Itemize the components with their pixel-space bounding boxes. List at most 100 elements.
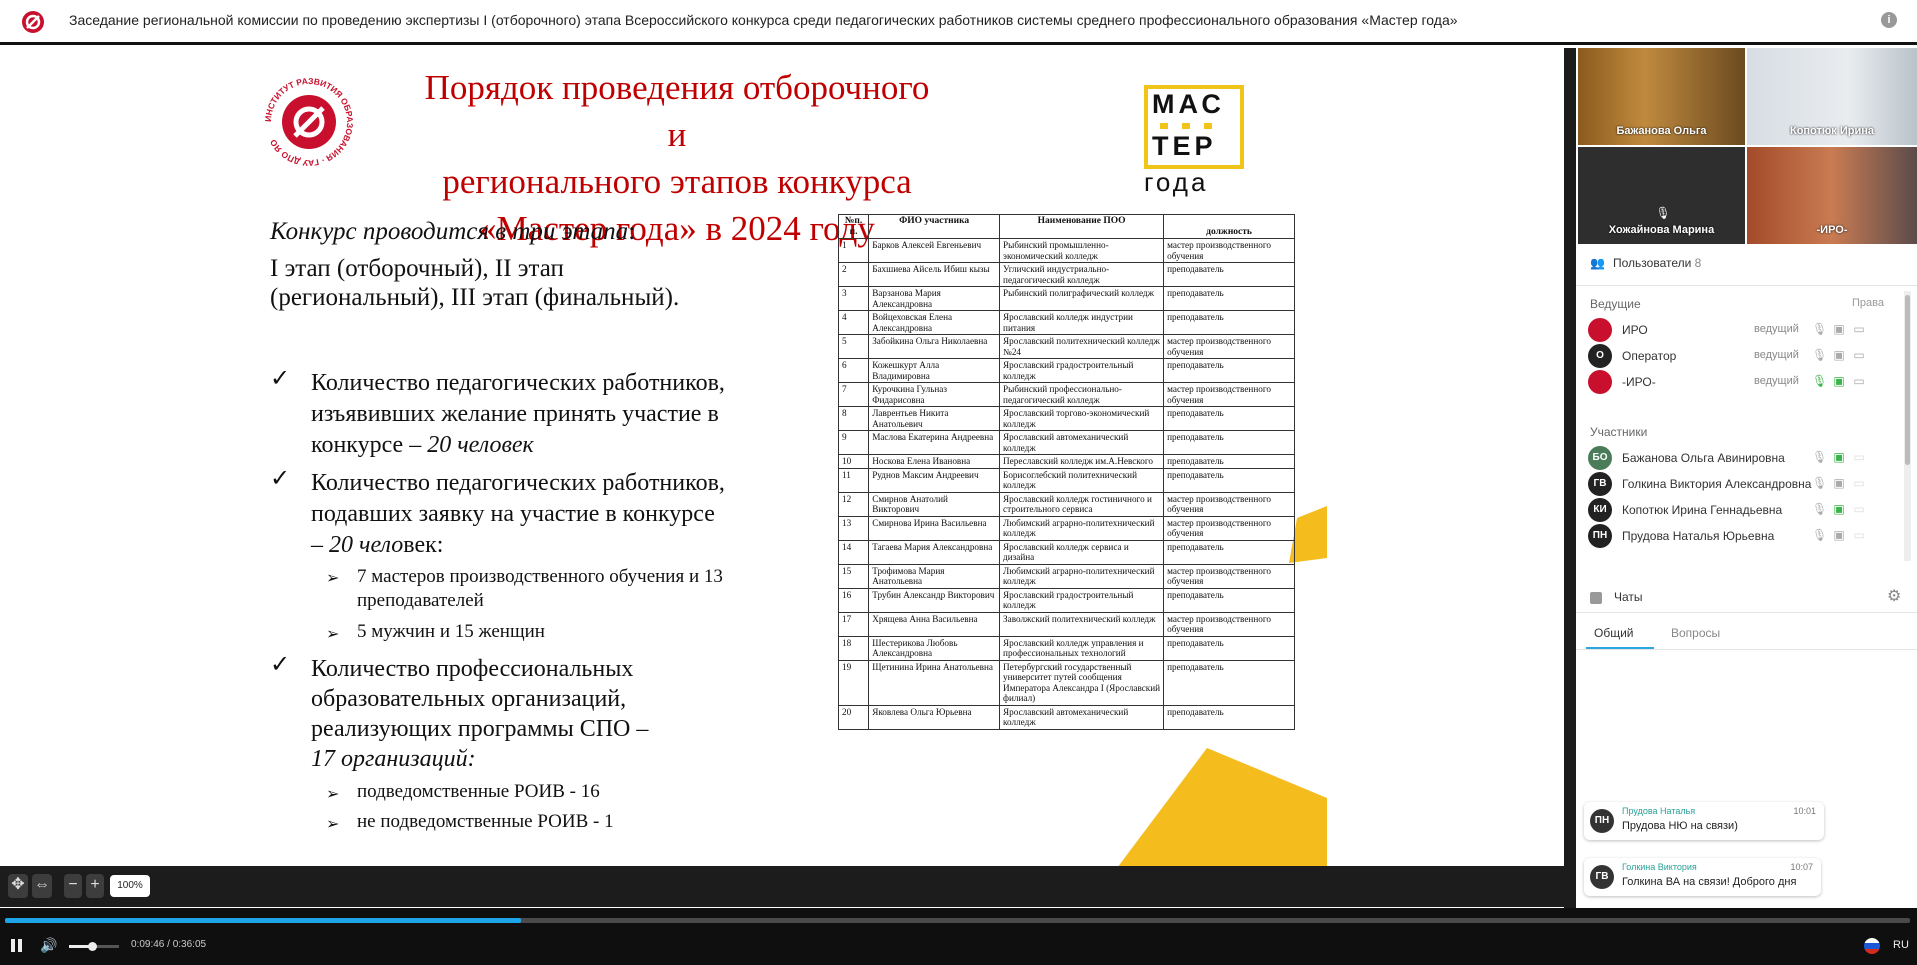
user-name: Бажанова Ольга Авинировна <box>1622 451 1785 465</box>
table-row: 6 Кожешкурт Алла Владимировна Ярославский … <box>837 358 1295 383</box>
pause-icon[interactable] <box>11 939 23 952</box>
zoom-out-button[interactable]: − <box>64 874 82 898</box>
zoom-in-button[interactable]: + <box>86 874 104 898</box>
camera-off-icon[interactable]: ▣ <box>1832 476 1846 490</box>
table-row: 8 Лаврентьев Никита Анатольевич Ярославски… <box>837 406 1295 431</box>
mic-muted-icon[interactable]: 🎙 <box>1812 502 1827 516</box>
video-tile[interactable]: 🎙 Хожайнова Марина <box>1578 147 1745 244</box>
table-row: 7 Курочкина Гульназ Фидарисовна Рыбинский … <box>837 382 1295 407</box>
table-cell: мастер производственного обучения <box>1163 611 1295 637</box>
avatar: ПН <box>1590 809 1614 833</box>
table-cell: Руднов Максим Андреевич <box>868 467 1001 493</box>
table-cell: 19 <box>837 659 870 706</box>
table-cell: Смирнов Анатолий Викторович <box>868 491 1001 517</box>
mic-muted-icon[interactable]: 🎙 <box>1812 322 1827 336</box>
avatar <box>1588 318 1612 342</box>
table-cell: Барков Алексей Евгеньевич <box>868 238 1001 263</box>
table-cell: преподаватель <box>1163 358 1295 383</box>
playback-progress[interactable] <box>5 918 1910 923</box>
screen-share-icon[interactable]: ▭ <box>1852 374 1866 388</box>
camera-off-icon[interactable]: ▣ <box>1832 528 1846 542</box>
table-cell: преподаватель <box>1163 310 1295 335</box>
video-player-bar: 🔊 0:09:46 / 0:36:05 RU <box>0 908 1917 965</box>
presentation-area: ИНСТИТУТ РАЗВИТИЯ ОБРАЗОВАНИЯ · ГАУ ДПО … <box>0 48 1564 866</box>
camera-off-icon[interactable]: ▣ <box>1832 322 1846 336</box>
institute-logo: ИНСТИТУТ РАЗВИТИЯ ОБРАЗОВАНИЯ · ГАУ ДПО … <box>263 76 355 168</box>
video-tile[interactable]: Копотюк Ирина <box>1747 48 1917 145</box>
mic-muted-icon[interactable]: 🎙 <box>1812 528 1827 542</box>
table-cell: Трофимова Мария Анатольевна <box>868 563 1001 589</box>
tab-questions[interactable]: Вопросы <box>1671 626 1720 640</box>
screen-share-icon[interactable]: ▭ <box>1852 502 1866 516</box>
table-cell: Заволжский политехнический колледж <box>999 611 1165 637</box>
table-cell: Лаврентьев Никита Анатольевич <box>868 406 1001 431</box>
host-row[interactable]: -ИРО-ведущий 🎙 ▣ ▭ <box>1588 367 1908 395</box>
table-row: 15 Трофимова Мария Анатольевна Любимский а… <box>837 563 1295 589</box>
table-cell: 7 <box>837 382 870 407</box>
mic-on-icon[interactable]: 🎙 <box>1812 374 1827 388</box>
table-cell: 6 <box>837 358 870 383</box>
settings-icon[interactable]: ⚙ <box>1887 586 1905 605</box>
participant-row[interactable]: ПН Прудова Наталья Юрьевна 🎙 ▣ ▭ <box>1588 521 1908 549</box>
mic-muted-icon[interactable]: 🎙 <box>1812 450 1827 464</box>
language-label[interactable]: RU <box>1893 939 1909 951</box>
screen-share-icon[interactable]: ▭ <box>1852 450 1866 464</box>
mic-muted-icon[interactable]: 🎙 <box>1812 348 1827 362</box>
flag-ru-icon[interactable] <box>1864 938 1880 954</box>
table-cell: Смирнова Ирина Васильевна <box>868 515 1001 541</box>
point-3-sub-a: подведомственные РОИВ - 16 <box>357 781 600 802</box>
volume-icon[interactable]: 🔊 <box>40 937 57 954</box>
fit-width-icon[interactable]: ⇔ <box>32 874 52 898</box>
info-icon[interactable]: i <box>1881 12 1897 28</box>
table-cell: Ярославский автомеханический колледж <box>999 704 1165 730</box>
table-cell: Бахшиева Айсель Ибиш кызы <box>868 262 1001 287</box>
screen-share-icon[interactable]: ▭ <box>1852 348 1866 362</box>
table-cell: Ярославский торгово-экономический коллед… <box>999 406 1165 431</box>
avatar <box>1588 370 1612 394</box>
table-cell: Петербургский государственный университе… <box>999 659 1165 706</box>
table-cell: Варзанова Мария Александровна <box>868 286 1001 311</box>
table-row: 2 Бахшиева Айсель Ибиш кызы Угличский инду… <box>837 262 1295 287</box>
participant-row[interactable]: БО Бажанова Ольга Авинировна 🎙 ▣ ▭ <box>1588 443 1908 471</box>
user-name: ИРО <box>1622 323 1648 337</box>
table-cell: Яковлева Ольга Юрьевна <box>868 704 1001 730</box>
table-cell: Носкова Елена Ивановна <box>868 454 1001 469</box>
table-cell: Курочкина Гульназ Фидарисовна <box>868 382 1001 407</box>
table-row: 13 Смирнова Ирина Васильевна Любимский агр… <box>837 515 1295 541</box>
video-tile[interactable]: Бажанова Ольга <box>1578 48 1745 145</box>
participant-row[interactable]: КИ Копотюк Ирина Геннадьевна 🎙 ▣ ▭ <box>1588 495 1908 523</box>
volume-slider[interactable] <box>69 942 119 951</box>
screen-share-icon[interactable]: ▭ <box>1852 322 1866 336</box>
camera-on-icon[interactable]: ▣ <box>1832 374 1846 388</box>
table-cell: Ярославский колледж гостиничного и строи… <box>999 491 1165 517</box>
camera-on-icon[interactable]: ▣ <box>1832 450 1846 464</box>
host-row[interactable]: ИРО ведущий 🎙 ▣ ▭ <box>1588 315 1908 343</box>
arrow-bullet-icon: ➢ <box>326 814 340 833</box>
table-row: 1 Барков Алексей Евгеньевич Рыбинский пром… <box>837 238 1295 263</box>
avatar: ПН <box>1588 524 1612 548</box>
users-scrollbar[interactable] <box>1904 291 1911 561</box>
mic-muted-icon[interactable]: 🎙 <box>1812 476 1827 490</box>
screen-share-icon[interactable]: ▭ <box>1852 476 1866 490</box>
chat-icon <box>1590 592 1602 604</box>
table-row: 18 Шестерикова Любовь Александровна Яросла… <box>837 635 1295 661</box>
table-cell: мастер производственного обучения <box>1163 491 1295 517</box>
pan-icon[interactable]: ✥ <box>8 874 28 898</box>
video-tile[interactable]: -ИРО- <box>1747 147 1917 244</box>
camera-on-icon[interactable]: ▣ <box>1832 502 1846 516</box>
table-cell: 15 <box>837 563 870 589</box>
table-cell: преподаватель <box>1163 262 1295 287</box>
screen-share-icon[interactable]: ▭ <box>1852 528 1866 542</box>
checkmark-icon: ✓ <box>270 650 291 678</box>
zoom-level[interactable]: 100% <box>110 875 150 897</box>
table-row: 5 Забойкина Ольга Николаевна Ярославский п… <box>837 334 1295 359</box>
participant-row[interactable]: ГВ Голкина Виктория Александровна 🎙 ▣ ▭ <box>1588 469 1908 497</box>
camera-off-icon[interactable]: ▣ <box>1832 348 1846 362</box>
table-cell: Шестерикова Любовь Александровна <box>868 635 1001 661</box>
table-row: 14 Тагаева Мария Александровна Ярославский… <box>837 539 1295 565</box>
host-row[interactable]: О Оператор ведущий 🎙 ▣ ▭ <box>1588 341 1908 369</box>
tab-general[interactable]: Общий <box>1594 626 1634 640</box>
chats-title: Чаты <box>1614 590 1643 604</box>
table-row: 3 Варзанова Мария Александровна Рыбинский … <box>837 286 1295 311</box>
point-1: Количество педагогических работников, из… <box>311 370 725 458</box>
